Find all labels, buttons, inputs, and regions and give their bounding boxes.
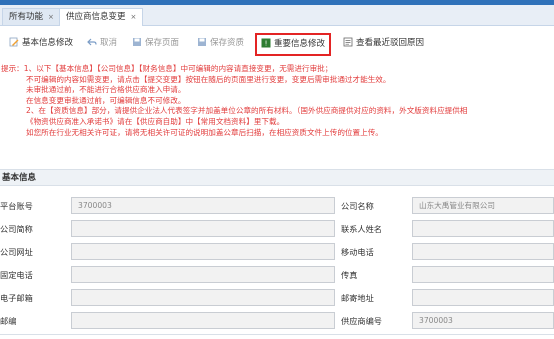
cancel-button[interactable]: 取消 [87, 36, 117, 51]
field-label: 电子邮箱 [0, 293, 33, 303]
company-short-name-field[interactable] [71, 220, 335, 237]
field-label: 邮寄地址 [341, 293, 374, 303]
field-label: 邮编 [0, 316, 17, 326]
field-label: 联系人姓名 [341, 224, 382, 234]
form-row: 平台账号 3700003 公司名称 山东大禹管业有限公司 [0, 196, 554, 216]
form-row: 公司简称 联系人姓名 [0, 219, 554, 239]
form-row: 公司网址 移动电话 [0, 242, 554, 262]
notice-text: 提示：1、以下【基本信息】【公司信息】【财务信息】中可编辑的内容请直接变更，无需… [0, 64, 554, 138]
save-page-button[interactable]: 保存页面 [132, 36, 179, 51]
important-edit-button[interactable]: ! 重要信息修改 [255, 33, 332, 56]
tab-label: 所有功能 [9, 12, 44, 22]
save-qualification-label: 保存资质 [210, 38, 245, 48]
notice-line: 未审批通过前，不能进行合格供应商准入申请。 [26, 85, 186, 95]
divider [0, 334, 554, 335]
company-website-field[interactable] [71, 243, 335, 260]
edit-icon [9, 37, 19, 47]
undo-icon [87, 38, 97, 46]
supplier-code-field[interactable]: 3700003 [412, 312, 554, 329]
important-edit-icon: ! [261, 38, 271, 48]
save-qualification-button[interactable]: 保存资质 [197, 36, 244, 51]
email-field[interactable] [71, 289, 335, 306]
tab-all-functions[interactable]: 所有功能 × [2, 8, 61, 25]
toolbar: 基本信息修改 取消 保存页面 保存资质 ! 重要信息修改 查看最近驳回原因 [0, 26, 554, 60]
save-icon [133, 38, 141, 46]
save-icon [198, 38, 206, 46]
field-label: 公司名称 [341, 201, 374, 211]
field-label: 移动电话 [341, 247, 374, 257]
mailing-address-field[interactable] [412, 289, 554, 306]
section-title-basic-info: 基本信息 [0, 169, 554, 186]
save-page-label: 保存页面 [145, 38, 180, 48]
fax-field[interactable] [412, 266, 554, 283]
platform-account-field[interactable]: 3700003 [71, 197, 335, 214]
form-row: 固定电话 传真 [0, 265, 554, 285]
important-edit-label: 重要信息修改 [274, 39, 326, 49]
field-label: 固定电话 [0, 270, 33, 280]
contact-name-field[interactable] [412, 220, 554, 237]
mobile-phone-field[interactable] [412, 243, 554, 260]
tab-bar: 所有功能 × 供应商信息变更 × [0, 5, 554, 26]
tab-supplier-info-change[interactable]: 供应商信息变更 × [59, 8, 144, 26]
tab-label: 供应商信息变更 [66, 12, 126, 22]
landline-phone-field[interactable] [71, 266, 335, 283]
close-icon[interactable]: × [131, 13, 137, 21]
svg-text:!: ! [265, 40, 268, 48]
form-row: 邮编 供应商编号 3700003 [0, 311, 554, 331]
cancel-label: 取消 [100, 38, 118, 48]
notice-line: 不可编辑的内容如需变更，请点击【提交变更】按钮在随后的页面里进行变更，变更后需审… [26, 74, 391, 84]
notice-line: 如您所在行业无相关许可证，请将无相关许可证的说明加盖公章后扫描，在相应资质文件上… [26, 127, 383, 137]
document-icon [343, 37, 353, 47]
field-label: 公司简称 [0, 224, 33, 234]
basic-edit-button[interactable]: 基本信息修改 [9, 36, 73, 51]
company-name-field[interactable]: 山东大禹管业有限公司 [412, 197, 554, 214]
notice-line: 《物资供应商准入承诺书》请在【供应商自助】中【常用文档资料】里下载。 [26, 116, 285, 126]
notice-line: 提示：1、以下【基本信息】【公司信息】【财务信息】中可编辑的内容请直接变更，无需… [1, 64, 333, 73]
field-label: 供应商编号 [341, 316, 382, 326]
form-row: 电子邮箱 邮寄地址 [0, 288, 554, 308]
view-reject-reason-button[interactable]: 查看最近驳回原因 [343, 36, 424, 51]
basic-edit-label: 基本信息修改 [22, 38, 74, 48]
notice-line: 2、在【资质信息】部分，请提供企业法人代表签字并加盖单位公章的所有材料。（国外供… [26, 106, 468, 116]
postcode-field[interactable] [71, 312, 335, 329]
close-icon[interactable]: × [48, 13, 54, 21]
view-reject-reason-label: 查看最近驳回原因 [356, 38, 425, 48]
notice-line: 在信息变更审批通过前，可编辑信息不可修改。 [26, 95, 186, 105]
field-label: 传真 [341, 270, 358, 280]
field-label: 公司网址 [0, 247, 33, 257]
field-label: 平台账号 [0, 201, 33, 211]
